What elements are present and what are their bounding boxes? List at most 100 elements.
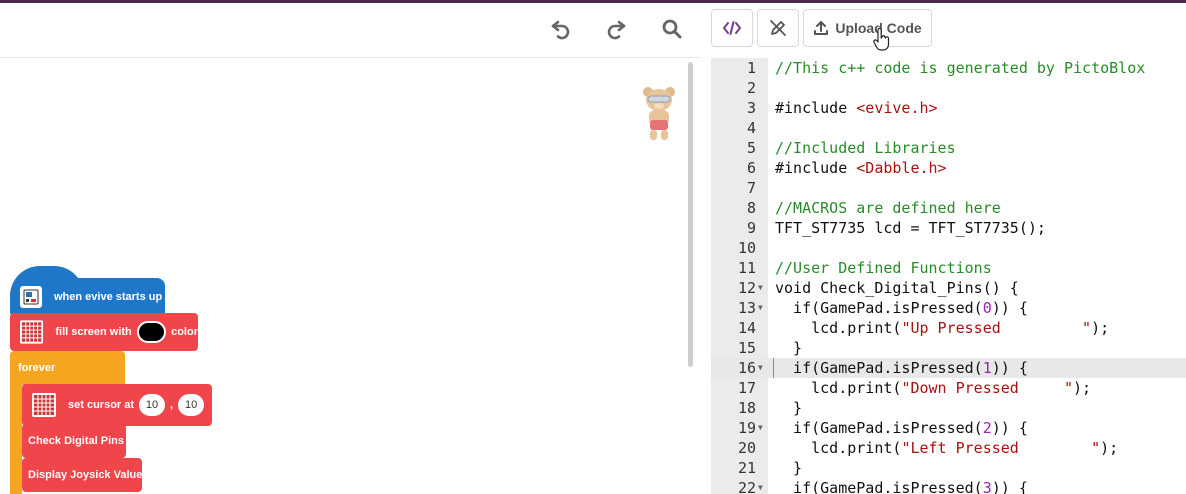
undo-button[interactable] xyxy=(546,14,576,44)
fill-screen-block[interactable]: fill screen with color xyxy=(10,313,198,351)
code-line[interactable]: 11 //User Defined Functions xyxy=(711,258,1186,278)
line-number: 16 xyxy=(737,359,756,377)
fill-color-picker[interactable] xyxy=(136,321,167,343)
line-number: 14 xyxy=(737,319,756,337)
code-line[interactable]: 21 } xyxy=(711,458,1186,478)
code-line[interactable]: 17 lcd.print("Down Pressed "); xyxy=(711,378,1186,398)
cursor-y-input[interactable]: 10 xyxy=(178,394,205,416)
line-number: 9 xyxy=(746,219,756,237)
code-line[interactable]: 15 } xyxy=(711,338,1186,358)
line-number: 10 xyxy=(737,239,756,257)
line-number: 3 xyxy=(746,99,756,117)
code-line[interactable]: 4 xyxy=(711,118,1186,138)
when-evive-starts-block[interactable]: when evive starts up xyxy=(10,278,165,316)
workspace-scrollbar[interactable] xyxy=(688,62,693,367)
code-line[interactable]: 16 ▼ if(GamePad.isPressed(1)) { xyxy=(711,358,1186,378)
code-line[interactable]: 18 } xyxy=(711,398,1186,418)
code-text: TFT_ST7735 lcd = TFT_ST7735(); xyxy=(775,219,1046,237)
text-cursor xyxy=(773,358,774,378)
line-number: 4 xyxy=(746,119,756,137)
evive-board-icon xyxy=(20,286,42,308)
code-line[interactable]: 20 lcd.print("Left Pressed "); xyxy=(711,438,1186,458)
line-number: 17 xyxy=(737,379,756,397)
fill-screen-label: fill screen with xyxy=(55,326,132,338)
line-number: 6 xyxy=(746,159,756,177)
code-line[interactable]: 13 ▼ if(GamePad.isPressed(0)) { xyxy=(711,298,1186,318)
upload-icon xyxy=(814,21,829,35)
code-line[interactable]: 1 //This c++ code is generated by PictoBl… xyxy=(711,58,1186,78)
cursor-separator: , xyxy=(170,399,174,411)
forever-block-arm xyxy=(10,385,22,494)
joystick-label: Display Joysick Value xyxy=(28,469,143,481)
code-line[interactable]: 10 xyxy=(711,238,1186,258)
line-number: 15 xyxy=(737,339,756,357)
code-text: if(GamePad.isPressed(3)) { xyxy=(775,479,1028,494)
code-text: lcd.print("Left Pressed "); xyxy=(775,439,1119,457)
forever-block[interactable]: forever xyxy=(10,351,125,385)
code-view-button[interactable] xyxy=(711,9,753,47)
code-text: if(GamePad.isPressed(0)) { xyxy=(775,299,1028,317)
code-text: if(GamePad.isPressed(1)) { xyxy=(775,359,1028,377)
code-line[interactable]: 12 ▼ void Check_Digital_Pins() { xyxy=(711,278,1186,298)
redo-button[interactable] xyxy=(601,14,631,44)
line-number: 8 xyxy=(746,199,756,217)
fold-toggle-icon[interactable]: ▼ xyxy=(758,358,763,378)
cursor-x-input[interactable]: 10 xyxy=(139,394,166,416)
code-line[interactable]: 6 #include <Dabble.h> xyxy=(711,158,1186,178)
code-text: if(GamePad.isPressed(2)) { xyxy=(775,419,1028,437)
redo-icon xyxy=(607,20,626,40)
code-line[interactable]: 22 ▼ if(GamePad.isPressed(3)) { xyxy=(711,478,1186,494)
code-editor[interactable]: 1 //This c++ code is generated by PictoBl… xyxy=(711,58,1186,494)
edit-lock-button[interactable] xyxy=(757,9,799,47)
fold-toggle-icon[interactable]: ▼ xyxy=(758,298,763,318)
code-line[interactable]: 14 lcd.print("Up Pressed "); xyxy=(711,318,1186,338)
tft-display-icon xyxy=(20,320,44,344)
code-text: #include <evive.h> xyxy=(775,99,938,117)
upload-code-button[interactable]: Upload Code xyxy=(803,9,932,47)
hat-block-label: when evive starts up xyxy=(54,291,163,303)
code-text: //Included Libraries xyxy=(775,139,956,157)
no-pen-icon xyxy=(770,20,786,36)
code-text: #include <Dabble.h> xyxy=(775,159,947,177)
code-line[interactable]: 8 //MACROS are defined here xyxy=(711,198,1186,218)
code-view-icon xyxy=(723,21,741,35)
search-icon xyxy=(662,19,682,39)
line-number: 22 xyxy=(737,479,756,494)
check-digital-pins-block[interactable]: Check Digital Pins xyxy=(22,424,126,458)
code-text: //This c++ code is generated by PictoBlo… xyxy=(775,59,1146,77)
fold-toggle-icon[interactable]: ▼ xyxy=(758,278,763,298)
code-line[interactable]: 3 #include <evive.h> xyxy=(711,98,1186,118)
line-number: 1 xyxy=(746,59,756,77)
fold-toggle-icon[interactable]: ▼ xyxy=(758,478,763,494)
line-number: 2 xyxy=(746,79,756,97)
code-text: lcd.print("Up Pressed "); xyxy=(775,319,1110,337)
line-number: 18 xyxy=(737,399,756,417)
line-number: 19 xyxy=(737,419,756,437)
set-cursor-label: set cursor at xyxy=(68,399,135,411)
code-line[interactable]: 19 ▼ if(GamePad.isPressed(2)) { xyxy=(711,418,1186,438)
search-button[interactable] xyxy=(657,14,687,44)
line-number: 5 xyxy=(746,139,756,157)
undo-icon xyxy=(551,20,570,40)
fold-toggle-icon[interactable]: ▼ xyxy=(758,418,763,438)
code-text: lcd.print("Down Pressed "); xyxy=(775,379,1092,397)
code-text: } xyxy=(775,459,803,477)
forever-label: forever xyxy=(18,362,56,374)
code-line[interactable]: 5 //Included Libraries xyxy=(711,138,1186,158)
hand-cursor-icon xyxy=(873,28,890,51)
code-line[interactable]: 9 TFT_ST7735 lcd = TFT_ST7735(); xyxy=(711,218,1186,238)
code-line[interactable]: 2 xyxy=(711,78,1186,98)
code-text: } xyxy=(775,399,803,417)
code-text: //MACROS are defined here xyxy=(775,199,1001,217)
display-joystick-block[interactable]: Display Joysick Value xyxy=(22,458,142,492)
workspace-toolbar xyxy=(0,3,700,58)
tft-display-icon xyxy=(32,393,56,417)
bear-sprite[interactable] xyxy=(636,82,682,144)
set-cursor-block[interactable]: set cursor at 10 , 10 xyxy=(22,384,212,426)
code-text: } xyxy=(775,339,803,357)
line-number: 7 xyxy=(746,179,756,197)
fill-screen-suffix: color xyxy=(171,326,198,338)
code-text: //User Defined Functions xyxy=(775,259,992,277)
code-line[interactable]: 7 xyxy=(711,178,1186,198)
line-number: 20 xyxy=(737,439,756,457)
